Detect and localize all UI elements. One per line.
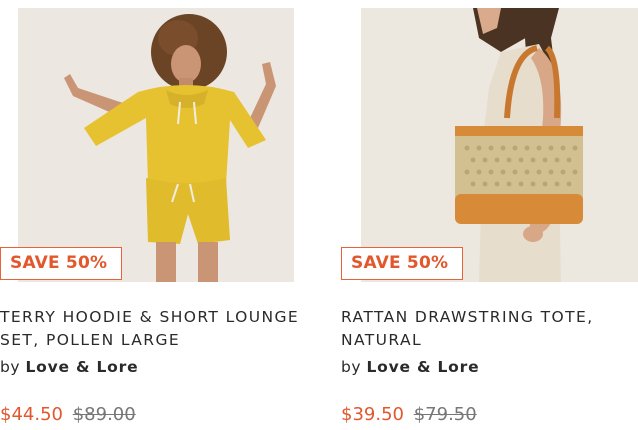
save-badge: SAVE 50% (0, 247, 122, 280)
sale-price: $39.50 (341, 404, 404, 425)
product-title[interactable]: RATTAN DRAWSTRING TOTE, NATURAL (341, 306, 638, 352)
by-label: by (0, 358, 21, 376)
compare-at-price: $79.50 (413, 404, 477, 425)
save-badge: SAVE 50% (341, 247, 463, 280)
product-image[interactable] (18, 8, 294, 282)
compare-at-price: $89.00 (72, 404, 136, 425)
vendor-line: by Love & Lore (0, 358, 138, 376)
vendor-name[interactable]: Love & Lore (25, 358, 138, 376)
sale-price: $44.50 (0, 404, 63, 425)
by-label: by (341, 358, 362, 376)
vendor-name[interactable]: Love & Lore (366, 358, 479, 376)
price-row: $44.50 $89.00 (0, 404, 136, 425)
product-photo-rattan-tote (361, 8, 638, 282)
product-image[interactable] (361, 8, 638, 282)
vendor-line: by Love & Lore (341, 358, 479, 376)
price-row: $39.50 $79.50 (341, 404, 477, 425)
product-photo-hoodie-set (18, 8, 294, 282)
product-title[interactable]: TERRY HOODIE & SHORT LOUNGE SET, POLLEN … (0, 306, 300, 352)
